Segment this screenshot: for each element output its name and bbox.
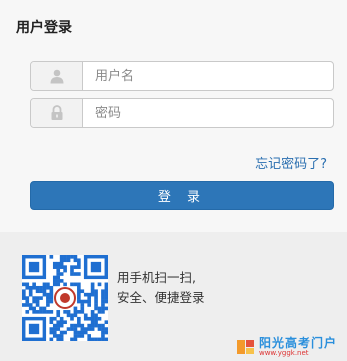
qr-hint-line-2: 安全、便捷登录	[117, 290, 205, 305]
username-input[interactable]	[83, 62, 333, 90]
watermark: 阳光高考门户 www.yggk.net	[236, 336, 337, 357]
forgot-password-link[interactable]: 忘记密码了?	[255, 153, 327, 172]
watermark-url: www.yggk.net	[258, 349, 309, 357]
user-icon	[31, 62, 83, 90]
qr-hint-line-1: 用手机扫一扫,	[117, 270, 196, 285]
qr-code-icon	[22, 255, 108, 341]
qr-hint: 用手机扫一扫, 安全、便捷登录	[117, 268, 205, 308]
password-input[interactable]	[83, 99, 333, 127]
watermark-title: 阳光高考门户	[258, 336, 337, 350]
watermark-logo-icon	[236, 340, 254, 354]
username-field[interactable]	[30, 61, 334, 91]
login-button[interactable]: 登 录	[30, 181, 334, 210]
password-field[interactable]	[30, 98, 334, 128]
page-title: 用户登录	[16, 20, 72, 36]
lock-icon	[31, 99, 83, 127]
login-panel: 用户登录 忘记密码了? 登 录	[0, 0, 347, 232]
